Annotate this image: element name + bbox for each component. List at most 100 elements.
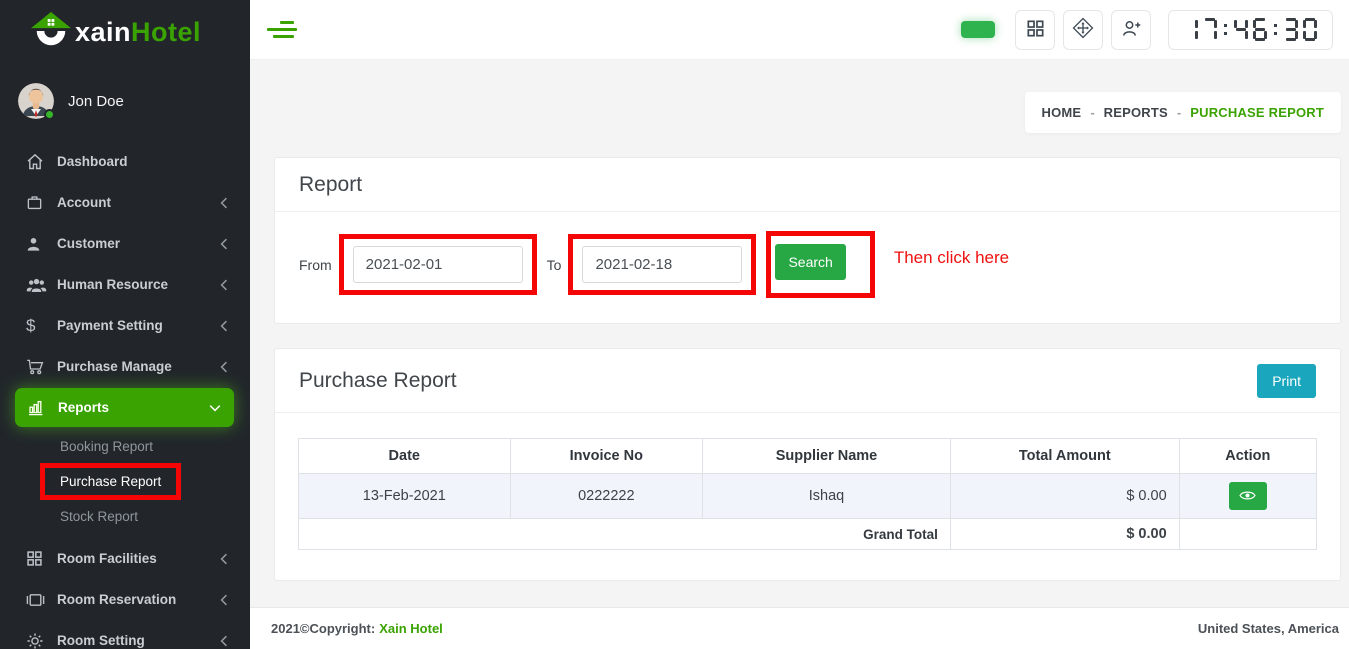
grand-total-row: Grand Total $ 0.00 bbox=[299, 519, 1317, 550]
sidebar-item-room-setting[interactable]: Room Setting bbox=[0, 620, 250, 649]
chevron-left-icon bbox=[220, 197, 228, 209]
diamond-move-icon-button[interactable] bbox=[1063, 10, 1103, 50]
sidebar-item-customer[interactable]: Customer bbox=[0, 223, 250, 264]
sidebar-item-human-resource[interactable]: Human Resource bbox=[0, 264, 250, 305]
sidebar-item-dashboard[interactable]: Dashboard bbox=[0, 141, 250, 182]
search-button[interactable]: Search bbox=[775, 244, 845, 280]
footer-copyright: 2021©Copyright: Xain Hotel bbox=[271, 621, 443, 636]
person-icon bbox=[26, 236, 56, 252]
grand-total-label: Grand Total bbox=[299, 519, 951, 550]
to-date-input[interactable] bbox=[582, 246, 742, 283]
clock-digit bbox=[1253, 18, 1267, 41]
chevron-left-icon bbox=[220, 238, 228, 250]
view-eye-icon bbox=[1239, 489, 1256, 504]
sidebar-item-purchase-manage[interactable]: Purchase Manage bbox=[0, 346, 250, 387]
user-profile[interactable]: Jon Doe bbox=[0, 64, 250, 131]
breadcrumb-item-home[interactable]: HOME bbox=[1042, 105, 1082, 120]
breadcrumb-item-purchase-report[interactable]: PURCHASE REPORT bbox=[1190, 105, 1324, 120]
clock-digit bbox=[1184, 18, 1198, 41]
view-button[interactable] bbox=[1229, 482, 1267, 510]
cell-total-amount: $ 0.00 bbox=[950, 474, 1179, 519]
brand-name-prefix: xain bbox=[75, 17, 131, 47]
brand-logo[interactable]: xainHotel bbox=[0, 0, 250, 64]
chevron-down-icon bbox=[209, 404, 221, 412]
sidebar-item-room-reservation[interactable]: Room Reservation bbox=[0, 579, 250, 620]
print-button[interactable]: Print bbox=[1257, 364, 1316, 398]
column-header-supplier-name: Supplier Name bbox=[703, 439, 951, 474]
sidebar-item-label: Room Setting bbox=[56, 633, 220, 648]
green-toggle[interactable] bbox=[961, 21, 995, 38]
clock-colon bbox=[1222, 18, 1229, 41]
purchase-report-card: Purchase Report Print DateInvoice NoSupp… bbox=[274, 348, 1341, 581]
grid-icon-button[interactable] bbox=[1015, 10, 1055, 50]
cell-date: 13-Feb-2021 bbox=[299, 474, 511, 519]
clock-digit bbox=[1203, 18, 1217, 41]
sidebar-subitem-purchase-report[interactable]: Purchase Report bbox=[0, 464, 250, 499]
grand-total-empty-cell bbox=[1179, 519, 1316, 550]
sidebar-item-label: Reports bbox=[57, 400, 209, 415]
footer: 2021©Copyright: Xain Hotel United States,… bbox=[250, 607, 1349, 649]
user-name: Jon Doe bbox=[68, 93, 124, 110]
room-icon bbox=[26, 592, 56, 608]
annotation-box-to bbox=[568, 234, 756, 295]
sidebar-subitem-label: Purchase Report bbox=[60, 474, 161, 489]
brand-house-icon bbox=[30, 11, 72, 54]
clock-digit bbox=[1234, 18, 1248, 41]
grand-total-value: $ 0.00 bbox=[950, 519, 1179, 550]
briefcase-icon bbox=[26, 194, 56, 211]
brand-name-suffix: Hotel bbox=[131, 17, 201, 47]
diamond-move-icon bbox=[1072, 17, 1094, 42]
clock-colon bbox=[1272, 18, 1279, 41]
topbar bbox=[250, 0, 1349, 60]
breadcrumb-separator: - bbox=[1090, 105, 1094, 120]
avatar bbox=[18, 83, 54, 119]
footer-brand-link[interactable]: Xain Hotel bbox=[379, 621, 443, 636]
report-filter-form: From To Search Then click here bbox=[275, 212, 1340, 323]
sidebar-nav: DashboardAccountCustomerHuman Resource$P… bbox=[0, 141, 250, 649]
home-icon bbox=[26, 153, 56, 170]
from-date-input[interactable] bbox=[353, 246, 523, 283]
table-row: 13-Feb-20210222222Ishaq$ 0.00 bbox=[299, 474, 1317, 519]
add-user-icon-button[interactable] bbox=[1111, 10, 1151, 50]
chevron-left-icon bbox=[220, 553, 228, 565]
footer-location: United States, America bbox=[1198, 621, 1339, 636]
to-label: To bbox=[547, 257, 562, 273]
annotation-box-search: Search bbox=[766, 231, 874, 298]
column-header-action: Action bbox=[1179, 439, 1316, 474]
sidebar-submenu-reports: Booking Report Purchase Report Stock Repor… bbox=[0, 429, 250, 534]
chevron-left-icon bbox=[220, 361, 228, 373]
cell-invoice-no: 0222222 bbox=[510, 474, 703, 519]
grid-icon bbox=[26, 550, 56, 567]
clock-digit bbox=[1284, 18, 1298, 41]
sidebar-item-label: Room Reservation bbox=[56, 592, 220, 607]
chevron-left-icon bbox=[220, 594, 228, 606]
clock-digit bbox=[1303, 18, 1317, 41]
app-root: xainHotel Jon Doe Dashboard Account Custom… bbox=[0, 0, 1349, 649]
sidebar-item-reports[interactable]: Reports bbox=[15, 388, 234, 427]
topbar-actions bbox=[961, 10, 1333, 50]
from-label: From bbox=[299, 257, 332, 273]
breadcrumb-separator: - bbox=[1177, 105, 1181, 120]
chevron-left-icon bbox=[220, 320, 228, 332]
sidebar-subitem-booking-report[interactable]: Booking Report bbox=[0, 429, 250, 464]
digital-clock bbox=[1168, 10, 1333, 50]
sidebar-item-label: Dashboard bbox=[56, 154, 228, 169]
bar-chart-icon bbox=[27, 399, 57, 416]
people-icon bbox=[26, 277, 56, 293]
dollar-icon: $ bbox=[26, 316, 56, 336]
sidebar-item-room-facilities[interactable]: Room Facilities bbox=[0, 538, 250, 579]
column-header-invoice-no: Invoice No bbox=[510, 439, 703, 474]
purchase-report-table: DateInvoice NoSupplier NameTotal AmountA… bbox=[298, 438, 1317, 550]
add-user-icon bbox=[1121, 19, 1142, 41]
sidebar-item-account[interactable]: Account bbox=[0, 182, 250, 223]
sidebar-subitem-stock-report[interactable]: Stock Report bbox=[0, 499, 250, 534]
cell-supplier-name: Ishaq bbox=[703, 474, 951, 519]
sidebar-subitem-label: Stock Report bbox=[60, 509, 138, 524]
annotation-box-from bbox=[339, 234, 537, 295]
menu-toggle-icon[interactable] bbox=[267, 21, 297, 38]
footer-copyright-text: 2021©Copyright: bbox=[271, 621, 375, 636]
online-status-dot bbox=[44, 109, 55, 120]
sidebar-item-payment-setting[interactable]: $Payment Setting bbox=[0, 305, 250, 346]
breadcrumb-item-reports[interactable]: REPORTS bbox=[1104, 105, 1168, 120]
sidebar-item-label: Customer bbox=[56, 236, 220, 251]
